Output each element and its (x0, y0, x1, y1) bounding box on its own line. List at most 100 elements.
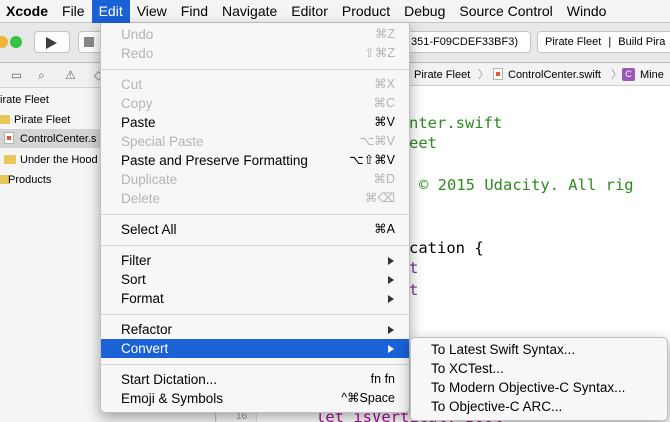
menu-item-label: Paste (121, 115, 156, 130)
zoom-window-button[interactable] (10, 36, 22, 48)
menu-item-select-all[interactable]: Select All ⌘A (101, 220, 409, 239)
submenu-arrow-icon (388, 326, 394, 334)
folder-navigator-icon[interactable]: ▭ (10, 69, 23, 82)
tree-item-group[interactable]: Products (8, 171, 51, 189)
submenu-item-latest-swift-syntax[interactable]: To Latest Swift Syntax... (411, 340, 667, 359)
submenu-arrow-icon (388, 345, 394, 353)
jump-bar-crumb[interactable]: Pirate Fleet (414, 68, 470, 82)
menu-item-shortcut: ⌥⌘V (359, 134, 395, 148)
menu-bar: Xcode File Edit View Find Navigate Edito… (0, 0, 670, 23)
scheme-selector[interactable]: 351-F09CDEF33BF3) (406, 31, 531, 53)
menu-item-format[interactable]: Format (101, 289, 409, 308)
menu-product[interactable]: Product (335, 0, 397, 23)
menu-item-label: Copy (121, 96, 153, 111)
code-line: t (409, 259, 419, 277)
menu-item-label: Refactor (121, 322, 173, 337)
menu-edit[interactable]: Edit (91, 0, 130, 23)
menu-item-shortcut: ⌘Z (374, 27, 395, 41)
menu-item-duplicate[interactable]: Duplicate ⌘D (101, 170, 409, 189)
tree-item-project[interactable]: irate Fleet (0, 91, 49, 109)
activity-status: Build Pira (618, 36, 666, 48)
activity-viewer: Pirate Fleet | Build Pira (537, 31, 670, 53)
menu-item-filter[interactable]: Filter (101, 251, 409, 270)
code-line: eet (409, 134, 437, 152)
tree-item-group[interactable]: Under the Hood (20, 151, 98, 169)
chevron-right-icon: 〉 (478, 69, 489, 81)
folder-icon (0, 115, 10, 124)
menu-item-shortcut: fn fn (370, 372, 395, 386)
menu-item-shortcut: ⌘A (374, 222, 395, 236)
code-line: t (409, 281, 419, 299)
menu-window[interactable]: Windo (560, 0, 614, 23)
warning-icon[interactable]: ⚠ (64, 69, 77, 82)
search-icon[interactable]: ⌕ (35, 69, 48, 82)
tree-item-group[interactable]: Pirate Fleet (14, 111, 70, 129)
jump-bar-crumb[interactable]: Mine (640, 68, 664, 82)
folder-icon (4, 155, 16, 164)
menu-xcode[interactable]: Xcode (0, 0, 55, 23)
swift-file-icon (493, 68, 503, 80)
menu-item-shortcut: ^⌘Space (341, 391, 395, 405)
swift-file-icon (4, 132, 14, 144)
menu-item-shortcut: ⌘D (373, 172, 395, 186)
menu-item-emoji-symbols[interactable]: Emoji & Symbols ^⌘Space (101, 389, 409, 408)
menu-item-copy[interactable]: Copy ⌘C (101, 94, 409, 113)
menu-item-convert[interactable]: Convert (101, 339, 409, 358)
tree-item-label: Under the Hood (20, 154, 98, 166)
menu-item-label: Undo (121, 27, 154, 42)
menu-item-redo[interactable]: Redo ⇧⌘Z (101, 44, 409, 63)
activity-project: Pirate Fleet (545, 36, 602, 48)
menu-item-label: Format (121, 291, 164, 306)
menu-item-sort[interactable]: Sort (101, 270, 409, 289)
menu-item-label: Delete (121, 191, 161, 206)
tree-item-label: ControlCenter.s (20, 133, 97, 145)
menu-item-undo[interactable]: Undo ⌘Z (101, 25, 409, 44)
menu-item-label: Select All (121, 222, 177, 237)
tree-item-label: irate Fleet (0, 94, 49, 106)
menu-item-paste[interactable]: Paste ⌘V (101, 113, 409, 132)
menu-source-control[interactable]: Source Control (452, 0, 559, 23)
menu-item-shortcut: ⌥⇧⌘V (349, 153, 395, 167)
menu-separator (101, 314, 409, 315)
scheme-text: 351-F09CDEF33BF3) (411, 36, 518, 48)
submenu-arrow-icon (388, 276, 394, 284)
menu-debug[interactable]: Debug (397, 0, 452, 23)
stop-icon (84, 37, 94, 47)
edit-menu: Undo ⌘Z Redo ⇧⌘Z Cut ⌘X Copy ⌘C Paste ⌘V… (100, 23, 410, 413)
menu-view[interactable]: View (130, 0, 174, 23)
menu-item-special-paste[interactable]: Special Paste ⌥⌘V (101, 132, 409, 151)
menu-item-shortcut: ⌘X (374, 77, 395, 91)
activity-separator: | (608, 36, 612, 48)
class-icon: C (622, 68, 635, 81)
submenu-item-modern-objc-syntax[interactable]: To Modern Objective-C Syntax... (411, 378, 667, 397)
menu-navigate[interactable]: Navigate (215, 0, 284, 23)
jump-bar-crumb[interactable]: ControlCenter.swift (508, 68, 601, 82)
menu-item-paste-preserve-formatting[interactable]: Paste and Preserve Formatting ⌥⇧⌘V (101, 151, 409, 170)
submenu-arrow-icon (388, 257, 394, 265)
code-line: © 2015 Udacity. All rig (419, 176, 634, 194)
menu-item-shortcut: ⌘⌫ (364, 191, 395, 205)
play-icon (46, 37, 57, 49)
menu-editor[interactable]: Editor (284, 0, 335, 23)
code-line: cation { (409, 239, 484, 257)
menu-item-shortcut: ⌘V (374, 115, 395, 129)
convert-submenu: To Latest Swift Syntax... To XCTest... T… (410, 337, 668, 421)
menu-item-label: Convert (121, 341, 169, 356)
run-button[interactable] (34, 31, 70, 53)
chevron-right-icon: 〉 (611, 69, 622, 81)
menu-item-cut[interactable]: Cut ⌘X (101, 75, 409, 94)
tree-item-file[interactable]: ControlCenter.s (20, 130, 96, 148)
menu-item-delete[interactable]: Delete ⌘⌫ (101, 189, 409, 208)
submenu-item-xctest[interactable]: To XCTest... (411, 359, 667, 378)
code-line: nter.swift (409, 114, 503, 132)
menu-item-label: Start Dictation... (121, 372, 218, 387)
menu-find[interactable]: Find (174, 0, 215, 23)
submenu-item-objc-arc[interactable]: To Objective-C ARC... (411, 397, 667, 416)
tree-item-label: Pirate Fleet (14, 114, 71, 126)
menu-item-label: Emoji & Symbols (121, 391, 224, 406)
menu-file[interactable]: File (55, 0, 92, 23)
menu-item-refactor[interactable]: Refactor (101, 320, 409, 339)
menu-item-start-dictation[interactable]: Start Dictation... fn fn (101, 370, 409, 389)
menu-item-label: Special Paste (121, 134, 204, 149)
submenu-arrow-icon (388, 295, 394, 303)
